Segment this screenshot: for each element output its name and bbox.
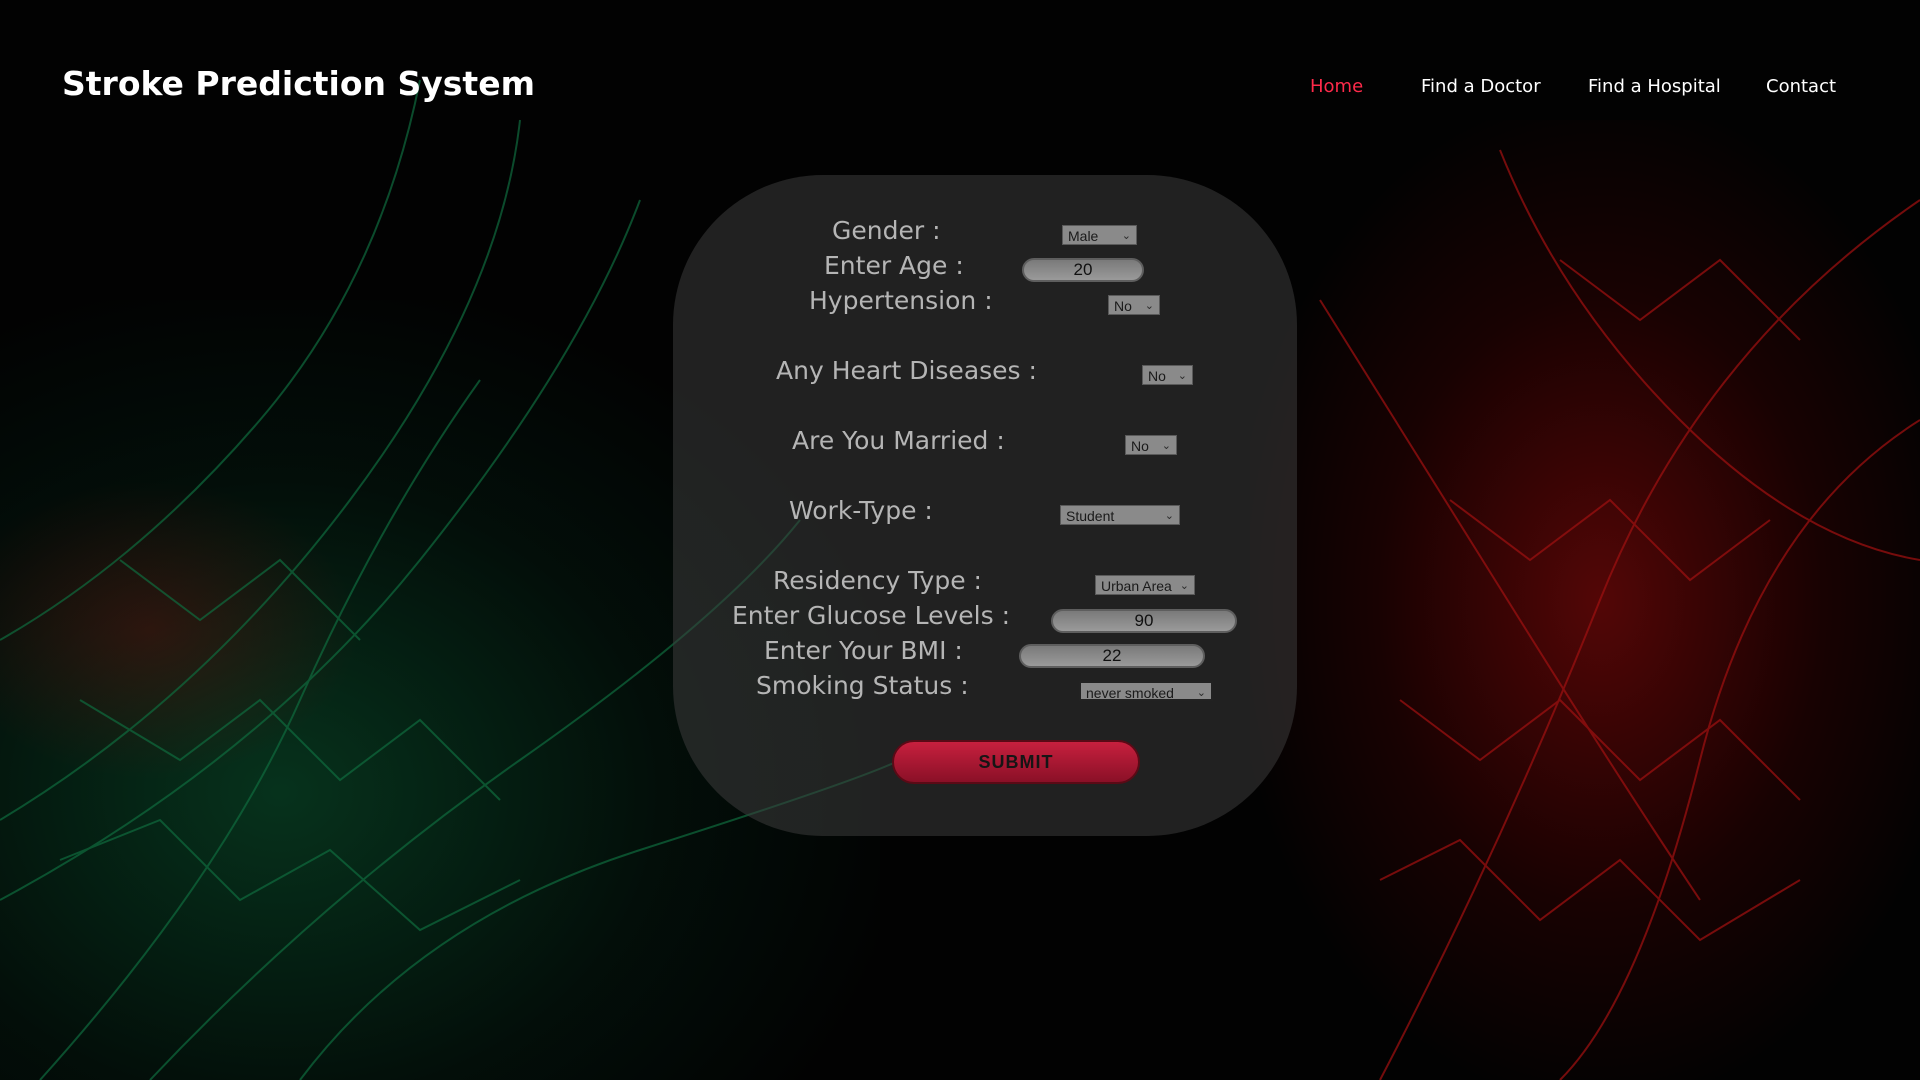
- married-select-value: No: [1131, 438, 1149, 454]
- work-type-select-value: Student: [1066, 508, 1115, 524]
- work-type-select[interactable]: Student ⌄: [1060, 505, 1180, 525]
- chevron-down-icon: ⌄: [1144, 300, 1154, 312]
- bmi-label: Enter Your BMI :: [764, 636, 963, 665]
- hypertension-label: Hypertension :: [809, 286, 993, 315]
- nav-link-home[interactable]: Home: [1310, 76, 1363, 97]
- residency-select[interactable]: Urban Area ⌄: [1095, 575, 1195, 595]
- nav-link-contact[interactable]: Contact: [1766, 76, 1836, 97]
- gender-label: Gender :: [832, 216, 941, 245]
- hypertension-select[interactable]: No ⌄: [1108, 295, 1160, 315]
- gender-select-value: Male: [1068, 228, 1099, 244]
- page: Stroke Prediction System Home Find a Doc…: [0, 0, 1920, 1080]
- chevron-down-icon: ⌄: [1196, 687, 1206, 699]
- chevron-down-icon: ⌄: [1121, 230, 1131, 242]
- nav-link-find-hospital[interactable]: Find a Hospital: [1588, 76, 1721, 97]
- smoking-select-value: never smoked: [1086, 685, 1174, 701]
- age-input[interactable]: 20: [1022, 258, 1144, 282]
- submit-button[interactable]: SUBMIT: [892, 740, 1140, 784]
- chevron-down-icon: ⌄: [1177, 370, 1187, 382]
- glucose-label: Enter Glucose Levels :: [732, 601, 1010, 630]
- residency-label: Residency Type :: [773, 566, 982, 595]
- heart-disease-label: Any Heart Diseases :: [776, 356, 1037, 385]
- hypertension-select-value: No: [1114, 298, 1132, 314]
- site-title: Stroke Prediction System: [62, 64, 535, 103]
- glucose-input[interactable]: 90: [1051, 609, 1237, 633]
- chevron-down-icon: ⌄: [1179, 580, 1189, 592]
- gender-select[interactable]: Male ⌄: [1062, 225, 1137, 245]
- bmi-input[interactable]: 22: [1019, 644, 1205, 668]
- heart-disease-select[interactable]: No ⌄: [1142, 365, 1193, 385]
- site-header: Stroke Prediction System Home Find a Doc…: [0, 0, 1920, 180]
- smoking-select[interactable]: never smoked ⌄: [1079, 681, 1213, 701]
- age-label: Enter Age :: [824, 251, 964, 280]
- chevron-down-icon: ⌄: [1164, 510, 1174, 522]
- heart-disease-select-value: No: [1148, 368, 1166, 384]
- married-label: Are You Married :: [792, 426, 1005, 455]
- chevron-down-icon: ⌄: [1161, 440, 1171, 452]
- nav-link-find-doctor[interactable]: Find a Doctor: [1421, 76, 1541, 97]
- prediction-form-panel: [673, 175, 1297, 836]
- residency-select-value: Urban Area: [1101, 578, 1172, 594]
- married-select[interactable]: No ⌄: [1125, 435, 1177, 455]
- smoking-label: Smoking Status :: [756, 671, 969, 700]
- work-type-label: Work-Type :: [789, 496, 933, 525]
